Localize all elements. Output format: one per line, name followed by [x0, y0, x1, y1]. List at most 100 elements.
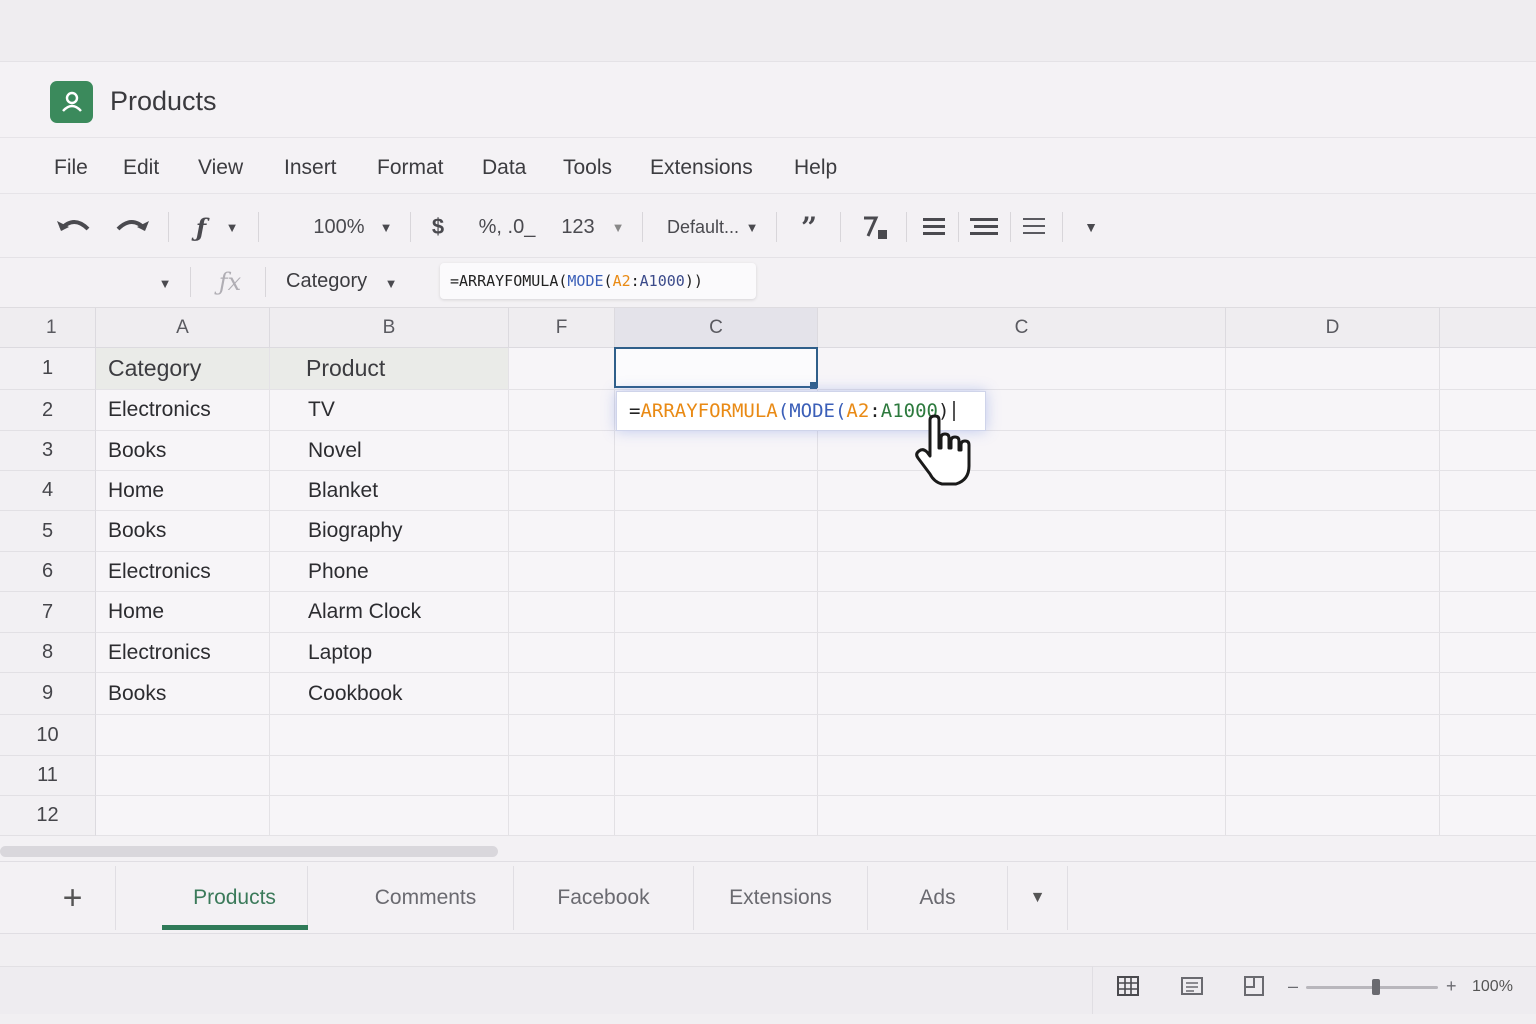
align-left-icon[interactable] — [918, 212, 950, 242]
row-header[interactable]: 8 — [0, 633, 96, 673]
menu-help[interactable]: Help — [794, 156, 837, 180]
row-header[interactable]: 3 — [0, 431, 96, 471]
zoom-slider-thumb[interactable] — [1372, 979, 1380, 995]
row-header[interactable]: 12 — [0, 796, 96, 836]
row-header[interactable]: 1 — [0, 348, 96, 390]
cell-category[interactable]: Books — [96, 673, 270, 715]
cell-product[interactable]: Blanket — [270, 471, 509, 511]
add-sheet-plus-icon[interactable]: + — [30, 866, 116, 930]
menu-edit[interactable]: Edit — [123, 156, 159, 180]
row-header[interactable]: 7 — [0, 592, 96, 633]
grid-view-icon[interactable] — [1116, 974, 1142, 1000]
tab-facebook[interactable]: Facebook — [514, 866, 694, 930]
more-options-chevron-icon[interactable]: ▼ — [1080, 214, 1102, 240]
empty-cells-b[interactable] — [270, 715, 509, 836]
zoom-select[interactable]: 100% — [306, 212, 372, 242]
column-header-c[interactable]: C — [818, 308, 1226, 348]
column-header-b[interactable]: B — [270, 308, 509, 348]
font-select[interactable]: Default... — [660, 212, 746, 242]
active-cell-c1[interactable] — [614, 347, 818, 388]
function-icon[interactable]: ƒ — [186, 210, 216, 244]
number-format-button[interactable]: 123 — [556, 212, 600, 242]
cell-header-product[interactable]: Product — [270, 348, 509, 390]
chevron-down-icon[interactable]: ▼ — [742, 214, 762, 240]
toolbar-divider — [1010, 212, 1011, 242]
undo-icon[interactable] — [52, 210, 96, 242]
zoom-out-icon[interactable]: – — [1288, 976, 1302, 996]
formula-divider — [190, 267, 191, 297]
row-header[interactable]: 9 — [0, 673, 96, 715]
zoom-level[interactable]: 100% — [1472, 978, 1513, 996]
align-right-icon[interactable] — [1018, 212, 1050, 242]
tab-ads[interactable]: Ads — [868, 866, 1008, 930]
chevron-down-icon[interactable]: ▼ — [608, 214, 628, 240]
clear-format-icon[interactable] — [858, 212, 892, 244]
chevron-down-icon[interactable]: ▼ — [222, 214, 242, 240]
redo-icon[interactable] — [110, 210, 154, 242]
sheets-logo-icon[interactable] — [50, 81, 93, 123]
menu-format[interactable]: Format — [377, 156, 444, 180]
page-break-preview-icon[interactable] — [1242, 974, 1268, 1000]
quote-icon[interactable]: ” — [794, 210, 824, 244]
toolbar-divider — [776, 212, 777, 242]
cell-header-category[interactable]: Category — [96, 348, 270, 390]
gridline — [1439, 348, 1440, 836]
column-header-a[interactable]: A — [96, 308, 270, 348]
menu-view[interactable]: View — [198, 156, 243, 180]
menu-tools[interactable]: Tools — [563, 156, 612, 180]
menu-data[interactable]: Data — [482, 156, 526, 180]
cell-category[interactable]: Home — [96, 592, 270, 633]
zoom-in-icon[interactable]: + — [1446, 976, 1460, 996]
name-box-dropdown-icon[interactable]: ▼ — [154, 270, 176, 296]
fill-handle[interactable] — [810, 382, 817, 389]
cell-product[interactable]: Biography — [270, 511, 509, 552]
row-header[interactable]: 2 — [0, 390, 96, 431]
toolbar-divider — [958, 212, 959, 242]
cell-product[interactable]: TV — [270, 390, 509, 431]
chevron-down-icon[interactable]: ▼ — [376, 214, 396, 240]
toolbar-divider — [840, 212, 841, 242]
cell-product[interactable]: Novel — [270, 431, 509, 471]
empty-cells-a[interactable] — [96, 715, 270, 836]
tab-products[interactable]: Products — [162, 866, 308, 930]
cell-category[interactable]: Electronics — [96, 390, 270, 431]
row-header[interactable]: 6 — [0, 552, 96, 592]
sheets-menu-chevron-icon[interactable]: ▼ — [1008, 866, 1068, 930]
column-header-blank[interactable] — [1440, 308, 1536, 348]
cell-category[interactable]: Books — [96, 431, 270, 471]
menu-file[interactable]: File — [54, 156, 88, 180]
currency-format-button[interactable]: $ — [424, 212, 452, 242]
column-header-c-selected[interactable]: C — [615, 308, 818, 348]
cell-category[interactable]: Electronics — [96, 552, 270, 592]
title-bar — [0, 62, 1536, 138]
cell-product[interactable]: Laptop — [270, 633, 509, 673]
cell-product[interactable]: Alarm Clock — [270, 592, 509, 633]
menu-extensions[interactable]: Extensions — [650, 156, 753, 180]
chevron-down-icon[interactable]: ▼ — [380, 270, 402, 296]
cell-category[interactable]: Electronics — [96, 633, 270, 673]
row-header[interactable]: 4 — [0, 471, 96, 511]
tab-extensions[interactable]: Extensions — [694, 866, 868, 930]
row-header[interactable]: 5 — [0, 511, 96, 552]
cell-product[interactable]: Phone — [270, 552, 509, 592]
row-header[interactable]: 11 — [0, 756, 96, 796]
column-header-d[interactable]: D — [1226, 308, 1440, 348]
menu-insert[interactable]: Insert — [284, 156, 337, 180]
formula-input[interactable]: = ARRAYFOMULA(MODE(A2: A1000)) — [440, 263, 756, 299]
column-header-f[interactable]: F — [509, 308, 615, 348]
row-header[interactable]: 10 — [0, 715, 96, 756]
page-layout-icon[interactable] — [1180, 974, 1206, 1000]
editor-eq: = — [629, 400, 641, 422]
tab-comments[interactable]: Comments — [338, 866, 514, 930]
formula-paren: ( — [603, 272, 613, 290]
cell-category[interactable]: Books — [96, 511, 270, 552]
align-center-icon[interactable] — [966, 212, 1002, 242]
document-title[interactable]: Products — [110, 86, 217, 117]
percent-decimal-format-button[interactable]: %, .0_ — [470, 212, 544, 242]
corner-header[interactable]: 1 — [0, 308, 96, 348]
scrollbar-thumb[interactable] — [0, 846, 498, 857]
range-name-select[interactable]: Category — [286, 270, 367, 293]
cell-category[interactable]: Home — [96, 471, 270, 511]
cell-product[interactable]: Cookbook — [270, 673, 509, 715]
status-divider — [1092, 966, 1093, 1014]
